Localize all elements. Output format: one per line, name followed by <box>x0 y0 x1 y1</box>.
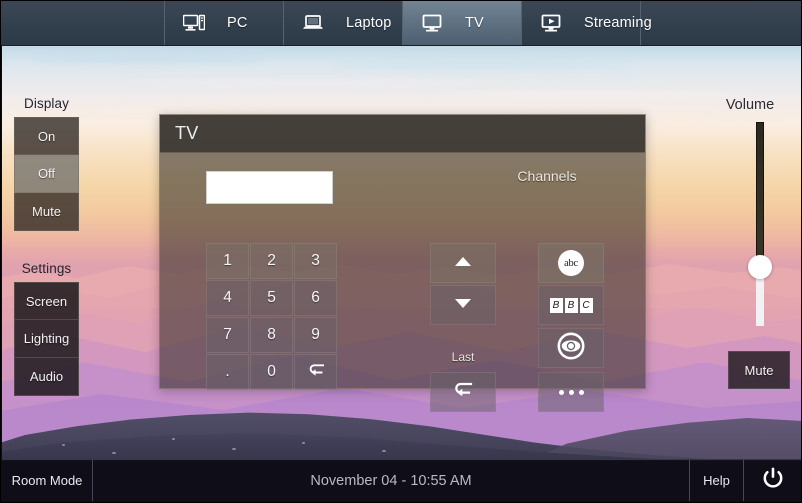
display-on-button[interactable]: On <box>14 117 79 155</box>
bbc-logo-icon: B B C <box>549 297 593 313</box>
power-icon <box>761 466 785 495</box>
bbc-letter-box: B <box>549 297 563 313</box>
media-play-icon <box>531 14 571 32</box>
settings-screen-button[interactable]: Screen <box>14 282 79 320</box>
keypad-key-5[interactable]: 5 <box>250 280 293 316</box>
clock-display: November 04 - 10:55 AM <box>310 472 472 489</box>
room-mode-button[interactable]: Room Mode <box>2 460 93 501</box>
volume-slider[interactable] <box>748 122 772 326</box>
panel-title: TV <box>175 123 199 143</box>
keypad-key-9[interactable]: 9 <box>294 317 337 353</box>
ellipsis-icon <box>558 389 584 395</box>
display-mute-button[interactable]: Mute <box>14 193 79 231</box>
preset-channel-cbs[interactable] <box>538 328 604 368</box>
tab-streaming[interactable]: Streaming <box>522 1 652 45</box>
rock-speckle <box>112 452 116 454</box>
triangle-down-icon <box>454 296 472 314</box>
tab-laptop[interactable]: Laptop <box>284 1 403 45</box>
status-bar: Room Mode November 04 - 10:55 AM Help <box>2 459 801 501</box>
volume-control: Volume Mute <box>701 97 799 389</box>
triangle-up-icon <box>454 254 472 272</box>
panel-header: TV <box>160 115 645 153</box>
tabbar-right-spacer <box>641 1 801 45</box>
keypad-key-0[interactable]: 0 <box>250 354 293 390</box>
rock-speckle <box>172 438 175 440</box>
display-off-button[interactable]: Off <box>14 155 79 193</box>
preset-channel-abc[interactable]: abc <box>538 243 604 283</box>
settings-section-heading: Settings <box>21 261 72 276</box>
settings-audio-button[interactable]: Audio <box>14 358 79 396</box>
monitor-icon <box>412 14 452 32</box>
power-button[interactable] <box>744 460 801 501</box>
numeric-keypad: 1 2 3 4 5 6 7 8 9 . 0 <box>206 243 337 390</box>
tab-pc[interactable]: PC <box>165 1 284 45</box>
tv-control-screen: PC Laptop TV Streaming Display On Off Mu… <box>0 0 802 503</box>
tab-label: PC <box>227 15 248 31</box>
tab-label: Streaming <box>584 15 652 31</box>
volume-slider-thumb[interactable] <box>748 255 772 279</box>
bbc-letter-box: C <box>579 297 593 313</box>
cbs-eye-logo-icon <box>557 332 585 365</box>
tv-control-panel: TV 1 2 3 4 5 6 7 8 9 . 0 Channels Last a… <box>159 114 646 412</box>
help-button[interactable]: Help <box>689 460 744 501</box>
return-arrow-icon <box>306 363 326 382</box>
return-arrow-icon <box>451 381 475 403</box>
keypad-key-2[interactable]: 2 <box>250 243 293 279</box>
rock-speckle <box>232 448 236 450</box>
desktop-tower-icon <box>174 14 214 32</box>
display-section-heading: Display <box>24 96 69 111</box>
channel-down-button[interactable] <box>430 285 496 325</box>
preset-channel-bbc[interactable]: B B C <box>538 285 604 325</box>
channels-label: Channels <box>517 168 577 184</box>
rock-speckle <box>62 444 65 446</box>
cloud-streak <box>32 56 262 63</box>
tab-label: Laptop <box>346 15 392 31</box>
tab-label: TV <box>465 15 484 31</box>
source-tab-bar: PC Laptop TV Streaming <box>1 1 801 46</box>
rock-speckle <box>302 442 305 444</box>
rock-speckle <box>382 450 386 452</box>
channel-entry-input[interactable] <box>206 171 333 204</box>
keypad-key-7[interactable]: 7 <box>206 317 249 353</box>
keypad-key-enter[interactable] <box>294 354 337 390</box>
keypad-key-dot[interactable]: . <box>206 354 249 390</box>
keypad-key-8[interactable]: 8 <box>250 317 293 353</box>
abc-logo-icon: abc <box>558 250 584 276</box>
tabbar-left-spacer <box>1 1 165 45</box>
keypad-key-1[interactable]: 1 <box>206 243 249 279</box>
preset-channel-more[interactable] <box>538 372 604 412</box>
tab-tv[interactable]: TV <box>403 1 522 45</box>
volume-label: Volume <box>725 97 775 113</box>
keypad-key-3[interactable]: 3 <box>294 243 337 279</box>
settings-lighting-button[interactable]: Lighting <box>14 320 79 358</box>
last-label: Last <box>451 350 475 364</box>
keypad-key-4[interactable]: 4 <box>206 280 249 316</box>
left-sidebar: Display On Off Mute Settings Screen Ligh… <box>14 96 79 396</box>
panel-body: 1 2 3 4 5 6 7 8 9 . 0 Channels Last abc … <box>160 153 645 412</box>
bbc-letter-box: B <box>564 297 578 313</box>
channel-up-button[interactable] <box>430 243 496 283</box>
cloud-streak <box>332 62 632 68</box>
cloud-streak <box>122 80 502 85</box>
keypad-key-6[interactable]: 6 <box>294 280 337 316</box>
volume-track-unfilled <box>756 122 764 267</box>
volume-mute-button[interactable]: Mute <box>728 351 790 389</box>
laptop-icon <box>293 14 333 32</box>
last-channel-button[interactable] <box>430 372 496 412</box>
